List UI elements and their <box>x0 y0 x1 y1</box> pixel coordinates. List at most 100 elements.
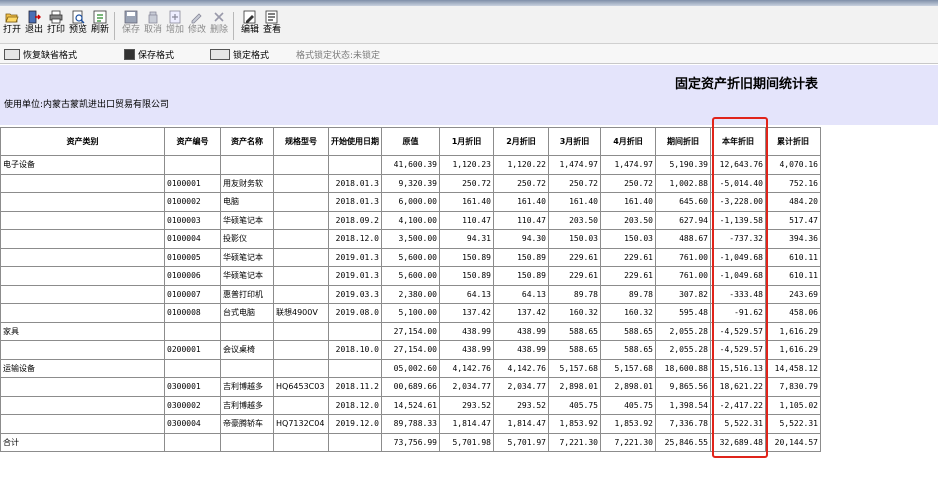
table-row[interactable]: 0300002 吉利博越多 2018.12.0 14,524.61 293.52 293.… <box>0 395 821 415</box>
table-cell[interactable]: 150.89 <box>493 247 549 267</box>
table-cell[interactable]: 2019.03.3 <box>328 284 382 304</box>
table-cell[interactable]: 家具 <box>0 321 165 341</box>
table-cell[interactable]: 588.65 <box>600 321 656 341</box>
table-cell[interactable]: 64.13 <box>493 284 549 304</box>
table-cell[interactable]: 0300001 <box>164 377 221 397</box>
table-cell[interactable]: -1,049.68 <box>710 266 766 286</box>
table-cell[interactable] <box>0 377 165 397</box>
table-cell[interactable]: 488.67 <box>655 229 711 249</box>
table-cell[interactable]: 2,034.77 <box>439 377 494 397</box>
table-cell[interactable] <box>0 340 165 360</box>
table-cell[interactable]: 台式电脑 <box>220 303 274 323</box>
table-cell[interactable]: 吉利博越多 <box>220 395 274 415</box>
table-cell[interactable]: 293.52 <box>493 395 549 415</box>
table-cell[interactable]: 250.72 <box>600 173 656 193</box>
table-cell[interactable] <box>273 432 329 452</box>
open-button[interactable]: 打开 <box>2 8 22 42</box>
table-cell[interactable]: 5,600.00 <box>381 266 440 286</box>
table-cell[interactable]: 18,621.22 <box>710 377 766 397</box>
table-cell[interactable]: 229.61 <box>600 266 656 286</box>
table-cell[interactable]: 160.32 <box>548 303 601 323</box>
table-cell[interactable]: 405.75 <box>548 395 601 415</box>
table-cell[interactable] <box>273 210 329 230</box>
table-row[interactable]: 0100004 投影仪 2018.12.0 3,500.00 94.31 94.30 150… <box>0 229 821 249</box>
table-cell[interactable]: 438.99 <box>493 321 549 341</box>
table-cell[interactable]: 2,898.01 <box>600 377 656 397</box>
table-cell[interactable]: 161.40 <box>439 192 494 212</box>
table-cell[interactable]: -1,139.58 <box>710 210 766 230</box>
table-cell[interactable]: 5,600.00 <box>381 247 440 267</box>
table-row[interactable]: 0100001 用友财务软 2018.01.3 9,320.39 250.72 250.7… <box>0 173 821 193</box>
table-cell[interactable]: 1,853.92 <box>548 414 601 434</box>
column-header[interactable]: 规格型号 <box>273 127 329 156</box>
table-cell[interactable]: 2019.01.3 <box>328 266 382 286</box>
table-cell[interactable]: 14,458.12 <box>765 358 821 378</box>
table-cell[interactable]: 2018.12.0 <box>328 229 382 249</box>
table-cell[interactable]: 00,689.66 <box>381 377 440 397</box>
view-button[interactable]: 查看 <box>262 8 282 42</box>
table-row[interactable]: 合计 73,756.99 5,701.98 5,701.97 7,221.30 7,221… <box>0 432 821 452</box>
table-cell[interactable]: 150.89 <box>439 266 494 286</box>
table-row[interactable]: 0100007 惠普打印机 2019.03.3 2,380.00 64.13 64.13 8… <box>0 284 821 304</box>
table-cell[interactable]: 2,055.28 <box>655 340 711 360</box>
table-cell[interactable]: 645.60 <box>655 192 711 212</box>
table-cell[interactable]: -333.48 <box>710 284 766 304</box>
table-row[interactable]: 运输设备 05,002.60 4,142.76 4,142.76 5,157.68 5,1… <box>0 358 821 378</box>
table-cell[interactable] <box>273 358 329 378</box>
table-cell[interactable]: HQ6453C03 <box>273 377 329 397</box>
table-cell[interactable]: 25,846.55 <box>655 432 711 452</box>
table-cell[interactable]: 2018.09.2 <box>328 210 382 230</box>
table-cell[interactable]: 32,689.48 <box>710 432 766 452</box>
table-cell[interactable] <box>0 247 165 267</box>
table-cell[interactable]: 229.61 <box>548 247 601 267</box>
table-cell[interactable]: 588.65 <box>548 321 601 341</box>
table-cell[interactable] <box>220 432 274 452</box>
table-cell[interactable]: 588.65 <box>548 340 601 360</box>
table-cell[interactable]: 5,100.00 <box>381 303 440 323</box>
table-row[interactable]: 0100003 华硕笔记本 2018.09.2 4,100.00 110.47 110.4… <box>0 210 821 230</box>
save-button[interactable]: 保存 <box>121 8 141 42</box>
column-header[interactable]: 资产编号 <box>164 127 221 156</box>
table-cell[interactable]: 华硕笔记本 <box>220 266 274 286</box>
table-cell[interactable] <box>273 192 329 212</box>
table-cell[interactable]: 0200001 <box>164 340 221 360</box>
table-cell[interactable]: 752.16 <box>765 173 821 193</box>
table-cell[interactable]: -5,014.40 <box>710 173 766 193</box>
table-cell[interactable]: -4,529.57 <box>710 321 766 341</box>
table-cell[interactable]: 761.00 <box>655 247 711 267</box>
table-cell[interactable]: 610.11 <box>765 247 821 267</box>
table-cell[interactable]: 惠普打印机 <box>220 284 274 304</box>
print-button[interactable]: 打印 <box>46 8 66 42</box>
table-cell[interactable]: 438.99 <box>439 340 494 360</box>
table-cell[interactable]: 4,142.76 <box>439 358 494 378</box>
table-cell[interactable] <box>220 321 274 341</box>
table-cell[interactable]: 15,516.13 <box>710 358 766 378</box>
table-cell[interactable]: 150.89 <box>493 266 549 286</box>
column-header[interactable]: 1月折旧 <box>439 127 494 156</box>
table-cell[interactable]: 2019.01.3 <box>328 247 382 267</box>
table-cell[interactable] <box>220 155 274 175</box>
table-cell[interactable]: 1,853.92 <box>600 414 656 434</box>
table-cell[interactable]: 4,142.76 <box>493 358 549 378</box>
table-row[interactable]: 0100002 电脑 2018.01.3 6,000.00 161.40 161.40 16… <box>0 192 821 212</box>
column-header[interactable]: 期间折旧 <box>655 127 711 156</box>
delete-button[interactable]: 删除 <box>209 8 229 42</box>
column-header[interactable]: 4月折旧 <box>600 127 656 156</box>
table-cell[interactable]: 588.65 <box>600 340 656 360</box>
edit-report-button[interactable]: 编辑 <box>240 8 260 42</box>
table-cell[interactable]: 27,154.00 <box>381 340 440 360</box>
table-cell[interactable]: 0100003 <box>164 210 221 230</box>
table-cell[interactable]: 1,120.23 <box>439 155 494 175</box>
table-cell[interactable] <box>220 358 274 378</box>
table-cell[interactable]: 250.72 <box>493 173 549 193</box>
table-cell[interactable]: 0100006 <box>164 266 221 286</box>
column-header[interactable]: 2月折旧 <box>493 127 549 156</box>
table-row[interactable]: 0300001 吉利博越多 HQ6453C03 2018.11.2 00,689.66 2… <box>0 377 821 397</box>
table-cell[interactable]: 150.03 <box>548 229 601 249</box>
table-cell[interactable]: 14,524.61 <box>381 395 440 415</box>
table-cell[interactable]: 250.72 <box>439 173 494 193</box>
table-cell[interactable]: 7,221.30 <box>548 432 601 452</box>
table-cell[interactable]: 18,600.88 <box>655 358 711 378</box>
table-cell[interactable]: 电子设备 <box>0 155 165 175</box>
table-cell[interactable]: 160.32 <box>600 303 656 323</box>
